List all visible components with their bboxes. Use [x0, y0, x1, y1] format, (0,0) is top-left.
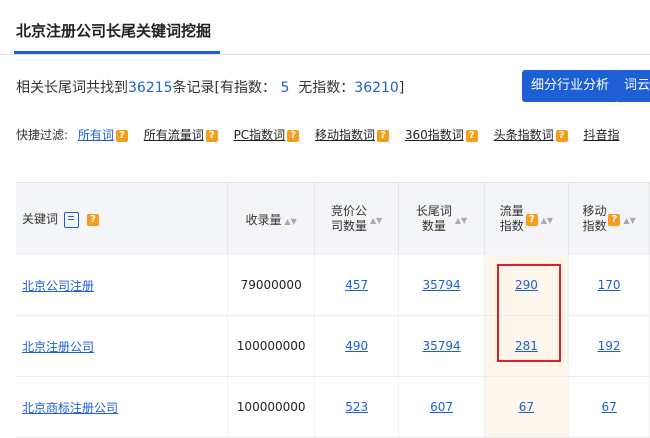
help-icon[interactable]: ? [377, 130, 390, 142]
keyword-cell[interactable]: 北京公司注册 [16, 255, 229, 316]
filter-pc-index-label: PC指数词 [233, 128, 286, 142]
longtail-link[interactable]: 607 [430, 400, 453, 414]
sort-icon[interactable]: ▲▼ [455, 216, 467, 225]
help-icon[interactable]: ? [87, 214, 100, 227]
keyword-link[interactable]: 北京注册公司 [22, 340, 94, 354]
results-summary: 相关长尾词共找到36215条记录[有指数： 5 无指数：36210] [16, 77, 404, 97]
sort-icon[interactable]: ▲▼ [285, 217, 297, 226]
wordcloud-button[interactable]: 词云分 [615, 70, 650, 102]
col-keyword: 关键词? [16, 182, 229, 255]
help-icon[interactable]: ? [287, 130, 300, 142]
industry-analysis-button[interactable]: 细分行业分析 [522, 70, 619, 102]
filter-label: 快捷过滤: [16, 128, 69, 142]
filter-all-words[interactable]: 所有词? [78, 128, 128, 142]
mobile-cell: 67 [568, 376, 650, 438]
filter-all-words-label: 所有词 [77, 128, 114, 142]
longtail-cell: 35794 [398, 315, 485, 377]
copy-icon[interactable] [64, 211, 80, 228]
col-mobile-label: 移动 指数 [582, 204, 606, 234]
filter-traffic-words[interactable]: 所有流量词? [144, 128, 218, 142]
tab-bar: 北京注册公司长尾关键词挖掘 [0, 0, 650, 55]
filter-mobile-index[interactable]: 移动指数词? [315, 128, 390, 142]
records-cell: 79000000 [227, 255, 315, 316]
col-traffic-index[interactable]: 流量 指数? ▲▼ [484, 182, 570, 255]
help-icon[interactable]: ? [608, 213, 621, 226]
mobile-link[interactable]: 192 [598, 339, 621, 353]
longtail-cell: 607 [398, 376, 485, 438]
col-bid-label: 竞价公 司数量 [331, 204, 367, 234]
total-count: 36215 [128, 80, 173, 96]
summary-mid: 条记录[有指数： [172, 80, 277, 96]
longtail-link[interactable]: 35794 [422, 278, 460, 292]
filter-360-index[interactable]: 360指数词? [405, 128, 478, 142]
filter-mobile-index-label: 移动指数词 [315, 128, 376, 142]
keyword-link[interactable]: 北京公司注册 [22, 279, 94, 293]
keyword-cell[interactable]: 北京商标注册公司 [16, 376, 229, 438]
keyword-cell[interactable]: 北京注册公司 [16, 315, 229, 377]
bid-cell: 523 [314, 376, 400, 438]
bid-link[interactable]: 490 [345, 339, 368, 353]
help-icon[interactable]: ? [465, 130, 478, 142]
mobile-link[interactable]: 67 [601, 400, 616, 414]
sort-icon[interactable]: ▲▼ [623, 216, 635, 225]
table-row: 北京商标注册公司 100000000 523 607 67 67 [16, 376, 650, 438]
records-cell: 100000000 [227, 315, 315, 377]
tab-longtail-mining[interactable]: 北京注册公司长尾关键词挖掘 [16, 20, 211, 41]
col-bid-line2: 司数量 [330, 219, 367, 233]
traffic-cell: 67 [484, 376, 570, 438]
mobile-link[interactable]: 170 [598, 278, 621, 292]
col-mobile-line2: 指数 [582, 219, 607, 233]
col-longtail-label: 长尾词 数量 [416, 204, 452, 234]
filter-pc-index[interactable]: PC指数词? [234, 128, 300, 142]
col-longtail-count[interactable]: 长尾词 数量 ▲▼ [398, 182, 485, 255]
summary-suffix: ] [398, 80, 405, 96]
mobile-cell: 192 [568, 315, 650, 377]
longtail-cell: 35794 [398, 255, 485, 316]
help-icon[interactable]: ? [555, 130, 568, 142]
sort-icon[interactable]: ▲▼ [370, 216, 382, 225]
col-bid-companies[interactable]: 竞价公 司数量 ▲▼ [314, 182, 400, 255]
sort-icon[interactable]: ▲▼ [541, 216, 553, 225]
traffic-link[interactable]: 67 [519, 400, 534, 414]
filter-traffic-words-label: 所有流量词 [143, 128, 204, 142]
col-bid-line1: 竞价公 [330, 204, 367, 218]
highlight-box [497, 264, 561, 362]
help-icon[interactable]: ? [205, 130, 218, 142]
col-longtail-line1: 长尾词 [415, 204, 452, 218]
col-records[interactable]: 收录量 ▲▼ [227, 182, 315, 255]
summary-prefix: 相关长尾词共找到 [16, 80, 128, 96]
active-tab-indicator [14, 51, 220, 54]
col-traffic-label: 流量 指数 [500, 204, 524, 234]
col-keyword-label: 关键词 [22, 212, 59, 227]
records-cell: 100000000 [227, 376, 315, 438]
bid-link[interactable]: 523 [345, 400, 368, 414]
col-mobile-index[interactable]: 移动 指数? ▲▼ [568, 182, 650, 255]
col-longtail-line2: 数量 [421, 219, 446, 233]
longtail-link[interactable]: 35794 [422, 339, 460, 353]
bid-cell: 490 [314, 315, 400, 377]
col-traffic-line2: 指数 [499, 219, 524, 233]
col-mobile-line1: 移动 [582, 204, 607, 218]
without-index-count: 36210 [354, 80, 399, 96]
filter-toutiao-index[interactable]: 头条指数词? [494, 128, 568, 142]
mobile-cell: 170 [568, 255, 650, 316]
table-header-row: 关键词? 收录量 ▲▼ 竞价公 司数量 ▲▼ 长尾词 数量 ▲▼ 流量 指数? ▲▼ 移动 指数… [16, 182, 650, 255]
filter-douyin-index[interactable]: 抖音指 [583, 128, 619, 142]
bid-link[interactable]: 457 [345, 278, 368, 292]
col-records-label: 收录量 [245, 212, 282, 227]
bid-cell: 457 [314, 255, 400, 316]
filter-toutiao-index-label: 头条指数词 [493, 128, 554, 142]
help-icon[interactable]: ? [115, 130, 128, 142]
with-index-count: 5 [280, 80, 290, 96]
quick-filter-bar: 快捷过滤: 所有词? 所有流量词? PC指数词? 移动指数词? 360指数词? … [16, 126, 631, 143]
keyword-link[interactable]: 北京商标注册公司 [22, 401, 118, 415]
col-traffic-line1: 流量 [499, 204, 524, 218]
filter-douyin-index-label: 抖音指 [583, 128, 620, 142]
filter-360-index-label: 360指数词 [404, 128, 464, 142]
help-icon[interactable]: ? [525, 213, 538, 226]
summary-mid2: 无指数： [298, 80, 355, 96]
